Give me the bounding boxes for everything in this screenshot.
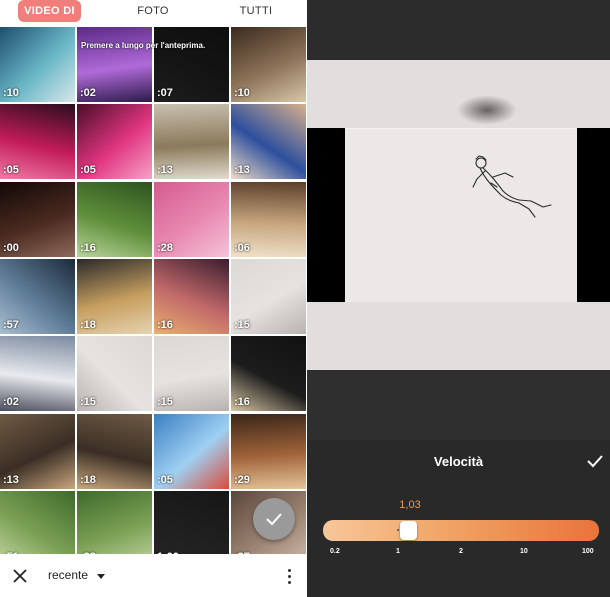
video-thumbnail[interactable]: :16 (77, 182, 152, 257)
video-duration: :28 (157, 242, 173, 254)
letterbox-left (307, 128, 345, 302)
more-options-icon[interactable] (285, 566, 295, 586)
video-thumbnail[interactable]: :13 (0, 414, 75, 489)
video-duration: :10 (3, 87, 19, 99)
video-thumbnail[interactable]: :15 (154, 336, 229, 411)
video-duration: :10 (234, 87, 250, 99)
video-duration: :18 (80, 474, 96, 486)
tab-video[interactable]: VIDEO DI (18, 0, 81, 22)
check-icon[interactable] (586, 454, 604, 468)
caret-down-icon[interactable] (97, 574, 105, 579)
scale-label: 100 (582, 548, 594, 555)
video-duration: :16 (80, 242, 96, 254)
media-tabs: VIDEO DI FOTO TUTTI (0, 0, 307, 24)
video-thumbnail[interactable]: :05 (0, 104, 75, 179)
check-icon (266, 513, 282, 526)
video-duration: :05 (157, 474, 173, 486)
video-duration: :16 (234, 396, 250, 408)
video-duration: :13 (234, 164, 250, 176)
sketch-figure (472, 155, 552, 218)
preview-hint-text: Premere a lungo per l'anteprima. (81, 41, 206, 50)
video-thumbnail[interactable]: :00 (0, 182, 75, 257)
video-duration: :00 (3, 242, 19, 254)
video-duration: :16 (157, 319, 173, 331)
video-duration: :57 (3, 319, 19, 331)
video-thumbnail[interactable]: :15 (231, 259, 306, 334)
scale-label: 2 (459, 548, 463, 555)
video-thumbnail[interactable]: :29 (231, 414, 306, 489)
dot (288, 575, 291, 578)
video-thumbnail[interactable]: :13 (231, 104, 306, 179)
preview-shadow (457, 95, 517, 125)
speed-title: Velocità (433, 454, 484, 469)
video-duration: :15 (234, 319, 250, 331)
video-thumbnail[interactable]: :05 (77, 104, 152, 179)
video-thumbnail[interactable]: :15 (77, 336, 152, 411)
video-thumbnail[interactable]: :07 (154, 27, 229, 102)
video-duration: :29 (234, 474, 250, 486)
video-duration: :06 (234, 242, 250, 254)
tab-all[interactable]: TUTTI (222, 0, 290, 22)
video-thumbnail[interactable]: :18 (77, 259, 152, 334)
video-thumbnail[interactable]: :18 (77, 414, 152, 489)
video-thumbnail[interactable]: :28 (154, 182, 229, 257)
scale-label: 1 (396, 548, 400, 555)
video-thumbnail[interactable]: :16 (154, 259, 229, 334)
video-thumbnail[interactable]: :02 (0, 336, 75, 411)
tab-photo[interactable]: FOTO (122, 0, 184, 22)
editor-panel: Velocità 1,03 0.2 1 2 10 100 (307, 0, 610, 597)
video-duration: :02 (3, 396, 19, 408)
video-duration: :02 (80, 87, 96, 99)
video-thumbnail[interactable]: :10 (231, 27, 306, 102)
video-duration: :07 (157, 87, 173, 99)
slider-marker (397, 529, 399, 531)
speed-slider[interactable] (323, 520, 599, 541)
video-thumbnail[interactable]: :06 (231, 182, 306, 257)
dot (288, 581, 291, 584)
video-duration: :15 (80, 396, 96, 408)
speed-controls: Velocità 1,03 0.2 1 2 10 100 (307, 370, 610, 597)
speed-value: 1,03 (399, 499, 421, 511)
video-duration: :05 (3, 164, 19, 176)
video-thumbnail[interactable]: :51 (0, 491, 75, 554)
gallery-panel: VIDEO DI FOTO TUTTI :10 Premere a lungo p… (0, 0, 307, 597)
letterbox-right (577, 128, 610, 302)
video-thumbnail[interactable]: Premere a lungo per l'anteprima. :02 (77, 27, 205, 102)
close-icon[interactable] (10, 566, 30, 586)
controls-header-area (307, 370, 610, 440)
video-duration: :05 (80, 164, 96, 176)
video-thumbnail[interactable]: :13 (154, 104, 229, 179)
video-duration: :15 (157, 396, 173, 408)
sort-dropdown[interactable]: recente (48, 568, 88, 582)
editor-top-area (307, 0, 610, 60)
scale-label: 0.2 (330, 548, 340, 555)
confirm-selection-button[interactable] (253, 498, 295, 540)
video-thumbnail[interactable]: :16 (231, 336, 306, 411)
video-thumbnail[interactable]: :10 (0, 27, 75, 102)
video-thumbnail[interactable]: 1:00 (154, 491, 229, 554)
video-duration: :13 (3, 474, 19, 486)
video-thumbnail[interactable]: :57 (0, 259, 75, 334)
dot (288, 569, 291, 572)
video-preview[interactable] (307, 60, 610, 370)
app-screenshot: VIDEO DI FOTO TUTTI :10 Premere a lungo p… (0, 0, 610, 597)
bottom-bar: recente (0, 554, 307, 597)
slider-thumb[interactable] (400, 521, 417, 540)
scale-label: 10 (520, 548, 528, 555)
video-duration: :13 (157, 164, 173, 176)
video-thumbnail[interactable]: :38 (77, 491, 152, 554)
video-thumbnail[interactable]: :05 (154, 414, 229, 489)
media-grid: :10 Premere a lungo per l'anteprima. :02 :0… (0, 27, 307, 554)
video-duration: :18 (80, 319, 96, 331)
